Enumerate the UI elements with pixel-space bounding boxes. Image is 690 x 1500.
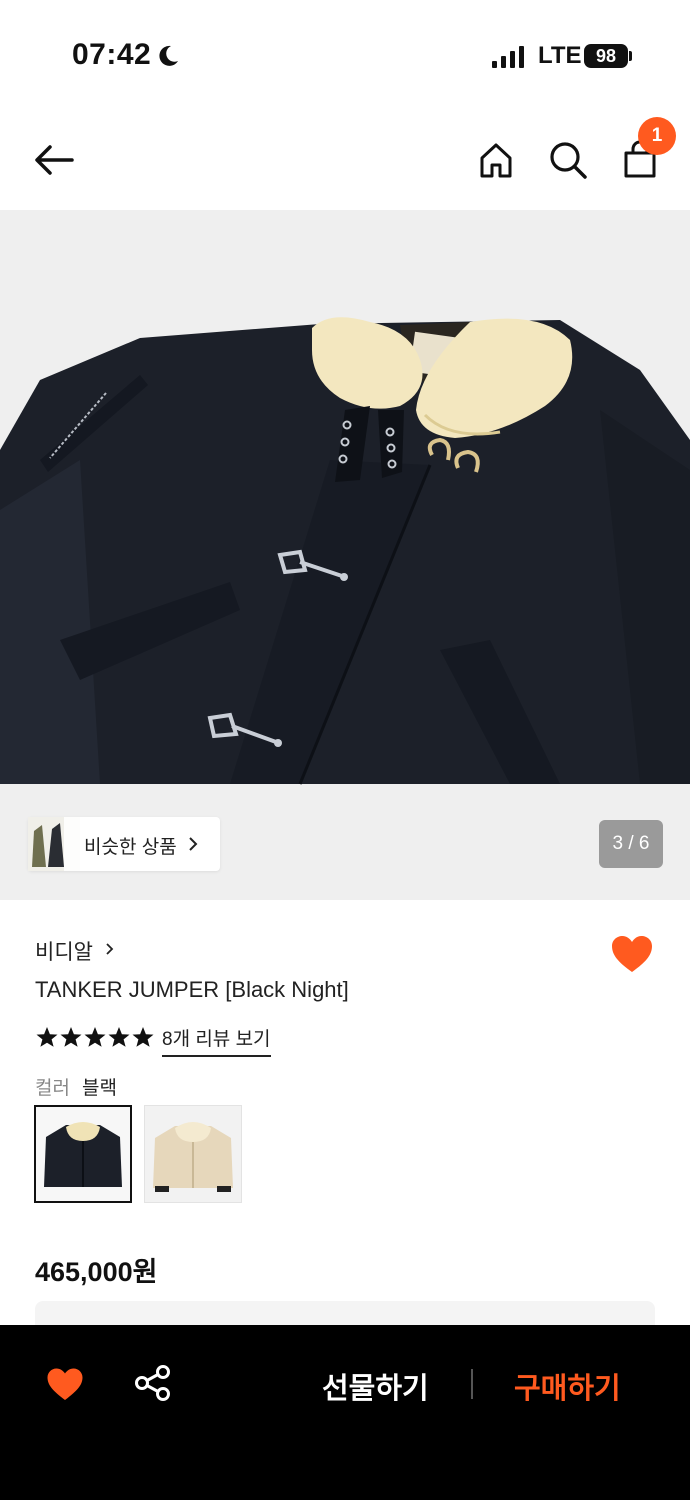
buy-button[interactable]: 구매하기 (514, 1365, 621, 1407)
moon-icon (159, 45, 178, 66)
gift-button[interactable]: 선물하기 (322, 1365, 429, 1407)
rating-stars (36, 1027, 154, 1047)
network-type: LTE (538, 42, 582, 69)
status-bar: 07:42 LTE 98 (0, 0, 690, 110)
status-time: 07:42 (72, 38, 152, 71)
color-label: 컬러 (35, 1078, 70, 1099)
search-icon[interactable] (546, 138, 590, 182)
product-price: 465,000원 (35, 1257, 158, 1287)
heart-icon[interactable] (46, 1367, 84, 1401)
product-image-gallery[interactable] (0, 210, 690, 900)
black-jacket-thumbnail (36, 1107, 130, 1201)
battery-tip (629, 51, 632, 61)
signal-icon (492, 46, 524, 68)
battery-indicator: 98 (584, 44, 628, 68)
chevron-right-icon (189, 837, 198, 851)
back-arrow-icon[interactable] (32, 138, 76, 182)
home-icon[interactable] (474, 138, 518, 182)
color-swatch-black[interactable] (34, 1105, 132, 1203)
color-value: 블랙 (82, 1078, 117, 1099)
bottom-action-bar: 선물하기 구매하기 (0, 1325, 690, 1500)
cart-count-badge: 1 (638, 117, 676, 155)
sand-jacket-thumbnail (145, 1106, 241, 1202)
top-nav (0, 110, 690, 210)
share-icon[interactable] (134, 1364, 172, 1402)
brand-link[interactable]: 비디알 (35, 936, 93, 966)
similar-products-label: 비슷한 상품 (84, 837, 177, 858)
review-link[interactable]: 8개 리뷰 보기 (162, 1024, 271, 1057)
image-pager: 3 / 6 (599, 820, 663, 868)
similar-products-thumbnail (28, 817, 80, 871)
heart-icon[interactable] (610, 934, 654, 974)
similar-products-button[interactable]: 비슷한 상품 (28, 817, 220, 871)
product-title: TANKER JUMPER [Black Night] (35, 977, 349, 1002)
color-swatch-sand[interactable] (144, 1105, 242, 1203)
action-divider (471, 1369, 473, 1399)
chevron-right-icon[interactable] (104, 941, 116, 957)
product-photo (0, 210, 690, 900)
